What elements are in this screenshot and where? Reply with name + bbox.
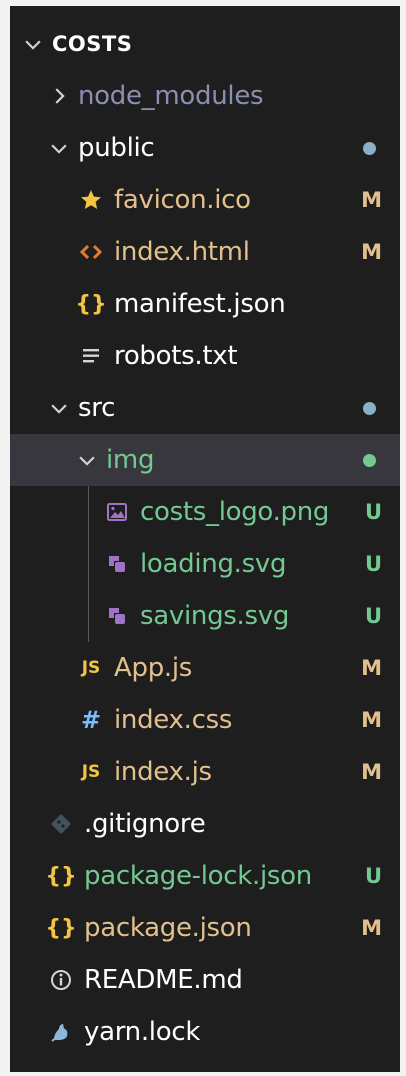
tree-item-label: robots.txt	[114, 341, 238, 371]
star-icon	[76, 188, 106, 212]
tree-root-costs[interactable]: COSTS	[10, 18, 400, 70]
javascript-icon: JS	[81, 762, 101, 782]
tree-item-label: index.css	[114, 705, 233, 735]
json-braces-icon: {}	[45, 915, 77, 941]
tree-item-gitignore[interactable]: .gitignore	[10, 798, 400, 850]
git-status-badge: M	[361, 240, 382, 264]
file-explorer: COSTS node_modules public favicon.ico M …	[10, 6, 400, 1072]
chevron-right-icon	[46, 83, 72, 109]
text-lines-icon	[76, 344, 106, 368]
tree-item-readme-md[interactable]: README.md	[10, 954, 400, 1006]
tree-item-manifest-json[interactable]: {} manifest.json	[10, 278, 400, 330]
untracked-dot-icon	[363, 454, 376, 467]
git-status-badge: M	[361, 188, 382, 212]
svg-file-icon	[102, 552, 132, 576]
tree-item-yarn-lock[interactable]: yarn.lock	[10, 1006, 400, 1058]
chevron-down-icon	[20, 31, 46, 57]
json-braces-icon: {}	[75, 291, 107, 317]
tree-item-label: yarn.lock	[84, 1017, 201, 1047]
indent-guide	[88, 590, 89, 642]
tree-item-label: manifest.json	[114, 289, 286, 319]
git-status-badge: U	[364, 552, 382, 576]
tree-item-img[interactable]: img	[10, 434, 400, 486]
tree-item-favicon[interactable]: favicon.ico M	[10, 174, 400, 226]
chevron-down-icon	[46, 135, 72, 161]
tree-item-label: index.html	[114, 237, 250, 267]
git-status-badge: U	[364, 604, 382, 628]
css-hash-icon: #	[80, 706, 102, 734]
tree-item-loading-svg[interactable]: loading.svg U	[10, 538, 400, 590]
tree-item-label: .gitignore	[84, 809, 206, 839]
info-icon	[46, 968, 76, 992]
git-status-badge: M	[361, 916, 382, 940]
json-braces-icon: {}	[45, 863, 77, 889]
tree-item-index-html[interactable]: index.html M	[10, 226, 400, 278]
javascript-icon: JS	[81, 658, 101, 678]
tree-item-label: App.js	[114, 653, 193, 683]
chevron-down-icon	[74, 447, 100, 473]
chevron-down-icon	[46, 395, 72, 421]
tree-item-src[interactable]: src	[10, 382, 400, 434]
tree-item-label: img	[106, 445, 155, 475]
tree-item-package-lock-json[interactable]: {} package-lock.json U	[10, 850, 400, 902]
tree-item-index-js[interactable]: JS index.js M	[10, 746, 400, 798]
svg-file-icon	[102, 604, 132, 628]
tree-item-label: package.json	[84, 913, 252, 943]
tree-item-public[interactable]: public	[10, 122, 400, 174]
indent-guide	[88, 486, 89, 538]
root-folder-label: COSTS	[52, 32, 133, 56]
tree-item-label: savings.svg	[140, 601, 290, 631]
tree-item-index-css[interactable]: # index.css M	[10, 694, 400, 746]
tree-item-label: node_modules	[78, 81, 264, 111]
tree-item-label: README.md	[84, 965, 243, 995]
git-status-badge: M	[361, 656, 382, 680]
tree-item-label: package-lock.json	[84, 861, 312, 891]
tree-item-label: src	[78, 393, 116, 423]
tree-item-label: public	[78, 133, 155, 163]
tree-item-costs-logo[interactable]: costs_logo.png U	[10, 486, 400, 538]
git-status-badge: U	[364, 500, 382, 524]
tree-item-label: index.js	[114, 757, 212, 787]
tree-item-savings-svg[interactable]: savings.svg U	[10, 590, 400, 642]
image-file-icon	[102, 500, 132, 524]
yarn-cat-icon	[46, 1020, 76, 1044]
git-status-badge: U	[364, 864, 382, 888]
html-code-icon	[76, 240, 106, 264]
git-status-badge: M	[361, 708, 382, 732]
tree-item-label: loading.svg	[140, 549, 287, 579]
tree-item-app-js[interactable]: JS App.js M	[10, 642, 400, 694]
modified-dot-icon	[363, 142, 376, 155]
tree-item-label: favicon.ico	[114, 185, 251, 215]
tree-item-package-json[interactable]: {} package.json M	[10, 902, 400, 954]
tree-item-label: costs_logo.png	[140, 497, 330, 527]
indent-guide	[88, 538, 89, 590]
git-status-badge: M	[361, 760, 382, 784]
modified-dot-icon	[363, 402, 376, 415]
tree-item-node-modules[interactable]: node_modules	[10, 70, 400, 122]
tree-item-robots-txt[interactable]: robots.txt	[10, 330, 400, 382]
git-diamond-icon	[46, 812, 76, 836]
